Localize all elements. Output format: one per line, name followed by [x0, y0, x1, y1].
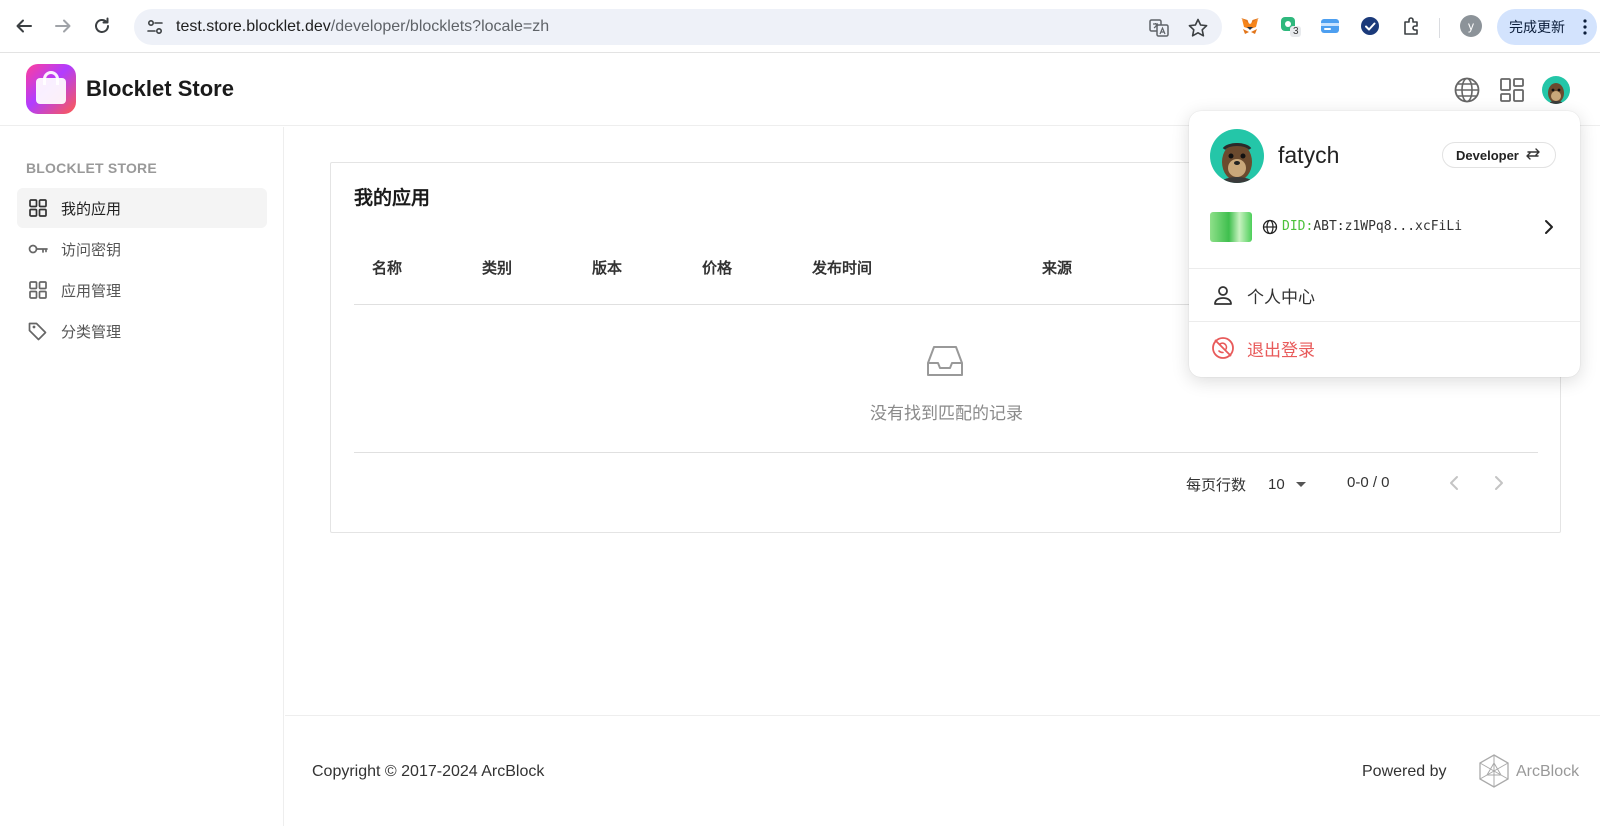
- role-label: Developer: [1456, 147, 1519, 163]
- empty-state-text: 没有找到匹配的记录: [870, 404, 1023, 423]
- extensions-puzzle-icon[interactable]: [1400, 14, 1424, 38]
- metamask-fox-icon[interactable]: [1238, 14, 1262, 38]
- divider: [354, 452, 1538, 453]
- menu-item-logout[interactable]: 退出登录: [1189, 322, 1580, 374]
- rows-per-page-label: 每页行数: [1186, 477, 1247, 494]
- column-header-version[interactable]: 版本: [592, 257, 622, 278]
- person-icon: [1211, 283, 1235, 307]
- pagination-range: 0-0 / 0: [1347, 474, 1390, 491]
- url-path: /developer/blocklets?locale=zh: [330, 18, 550, 35]
- column-header-source[interactable]: 来源: [1042, 257, 1072, 278]
- grid-icon: [27, 279, 49, 301]
- menu-item-label: 个人中心: [1247, 287, 1315, 307]
- chevron-right-icon: [1540, 218, 1558, 236]
- column-header-publish-time[interactable]: 发布时间: [812, 257, 872, 278]
- checkmark-extension-icon[interactable]: [1358, 14, 1382, 38]
- globe-language-icon[interactable]: [1453, 76, 1481, 104]
- page-title: 我的应用: [354, 188, 431, 209]
- sidebar-item-label: 访问密钥: [61, 241, 122, 259]
- user-menu-popover: fatych Developer DID:ABT:z1WPq8...xcFiLi…: [1189, 111, 1580, 377]
- menu-item-label: 退出登录: [1247, 340, 1315, 360]
- swap-arrows-icon: [1525, 147, 1541, 163]
- sidebar-item-label: 分类管理: [61, 323, 122, 341]
- arcblock-logo-icon[interactable]: [1477, 753, 1511, 789]
- sidebar-item-app-management[interactable]: 应用管理: [17, 270, 267, 310]
- copyright-text: Copyright © 2017-2024 ArcBlock: [312, 763, 545, 780]
- did-address: DID:ABT:z1WPq8...xcFiLi: [1282, 219, 1462, 234]
- empty-inbox-icon: [925, 343, 965, 379]
- back-arrow-icon[interactable]: [12, 14, 36, 38]
- arcblock-brand-text[interactable]: ArcBlock: [1516, 763, 1579, 781]
- extension-badge-count: 3: [1293, 26, 1299, 37]
- app-title[interactable]: Blocklet Store: [86, 76, 234, 102]
- sidebar-item-category-management[interactable]: 分类管理: [17, 311, 267, 351]
- column-header-price[interactable]: 价格: [702, 257, 732, 278]
- profile-initial: y: [1460, 15, 1482, 37]
- logout-icon: [1211, 336, 1235, 360]
- card-extension-icon[interactable]: [1318, 14, 1342, 38]
- site-settings-icon[interactable]: [146, 18, 164, 36]
- sidebar-item-my-apps[interactable]: 我的应用: [17, 188, 267, 228]
- blocklet-store-logo[interactable]: [26, 64, 76, 114]
- did-value: ABT:z1WPq8...xcFiLi: [1313, 219, 1463, 234]
- reload-icon[interactable]: [90, 14, 114, 38]
- update-label: 完成更新: [1509, 19, 1565, 35]
- sidebar-item-label: 应用管理: [61, 282, 122, 300]
- toolbar-divider: [1439, 18, 1440, 38]
- menu-item-profile[interactable]: 个人中心: [1189, 269, 1580, 321]
- next-page-button[interactable]: [1486, 470, 1512, 496]
- chevron-right-icon: [1495, 476, 1503, 490]
- footer: Copyright © 2017-2024 ArcBlock Powered b…: [285, 715, 1600, 826]
- did-prefix: DID:: [1282, 219, 1314, 234]
- profile-avatar[interactable]: y: [1459, 14, 1483, 38]
- did-row[interactable]: DID:ABT:z1WPq8...xcFiLi: [1210, 212, 1560, 242]
- did-avatar: [1210, 212, 1252, 242]
- sidebar-item-label: 我的应用: [61, 200, 122, 218]
- user-name: fatych: [1278, 142, 1340, 168]
- role-switch-chip[interactable]: Developer: [1442, 142, 1556, 168]
- column-header-name[interactable]: 名称: [372, 257, 402, 278]
- grid-icon: [27, 197, 49, 219]
- update-button[interactable]: 完成更新: [1497, 9, 1597, 45]
- url-text: test.store.blocklet.dev/developer/blockl…: [176, 18, 549, 36]
- tag-icon: [27, 320, 49, 342]
- user-avatar-large: [1210, 129, 1264, 183]
- powered-by-label: Powered by: [1362, 763, 1447, 780]
- column-header-category[interactable]: 类别: [482, 257, 512, 278]
- rows-per-page-value: 10: [1268, 475, 1285, 493]
- sidebar: BLOCKLET STORE 我的应用 访问密钥 应用管理 分类管理: [0, 127, 284, 826]
- key-icon: [27, 238, 49, 260]
- chevron-left-icon: [1450, 476, 1458, 490]
- translate-icon[interactable]: [1148, 17, 1170, 39]
- user-avatar[interactable]: [1542, 76, 1570, 104]
- more-vertical-icon: [1583, 19, 1587, 35]
- previous-page-button[interactable]: [1441, 470, 1467, 496]
- extension-badge-icon[interactable]: 3: [1278, 14, 1302, 38]
- sidebar-item-access-keys[interactable]: 访问密钥: [17, 229, 267, 269]
- url-host: test.store.blocklet.dev: [176, 18, 331, 35]
- globe-icon: [1262, 219, 1278, 235]
- caret-down-icon: [1295, 476, 1307, 493]
- rows-per-page-select[interactable]: 10: [1268, 472, 1318, 496]
- sidebar-heading: BLOCKLET STORE: [26, 160, 157, 176]
- browser-toolbar: test.store.blocklet.dev/developer/blockl…: [0, 0, 1600, 53]
- apps-grid-icon[interactable]: [1498, 76, 1526, 104]
- bookmark-star-icon[interactable]: [1187, 17, 1209, 39]
- forward-arrow-icon[interactable]: [51, 14, 75, 38]
- address-bar[interactable]: test.store.blocklet.dev/developer/blockl…: [134, 9, 1222, 45]
